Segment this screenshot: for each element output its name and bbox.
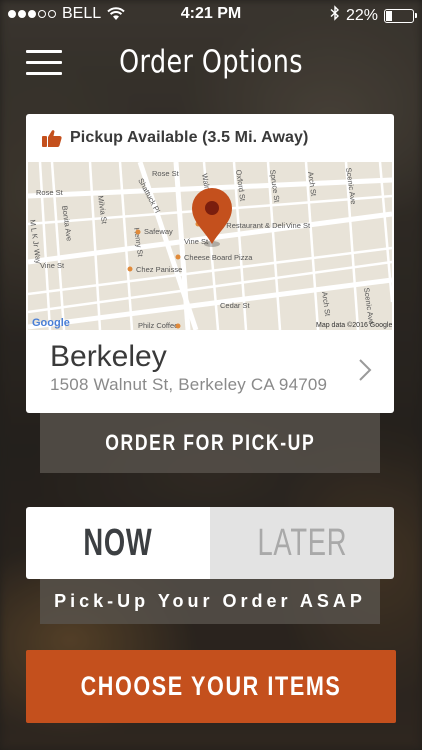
order-for-pickup-button[interactable]: ORDER FOR PICK-UP [40,413,380,473]
signal-strength-icon [8,10,56,18]
status-right: 22% [330,5,417,26]
toggle-now-label: NOW [83,521,153,564]
toggle-later-label: LATER [257,521,347,564]
battery-percent: 22% [345,6,378,24]
thumbs-up-icon [42,129,62,147]
carrier-name: BELL [62,5,102,22]
battery-fill [386,10,392,21]
choose-items-label: CHOOSE YOUR ITEMS [80,671,342,701]
map-street-label: Cedar St [220,301,251,310]
location-details[interactable]: Berkeley 1508 Walnut St, Berkeley CA 947… [26,330,394,413]
pickup-availability-text: Pickup Available (3.5 Mi. Away) [70,129,309,146]
bluetooth-icon [330,5,340,26]
signal-dot [38,10,46,18]
signal-dot [48,10,56,18]
asap-message: Pick-Up Your Order ASAP [40,579,380,624]
map-attribution: Map data ©2016 Google [316,321,392,329]
map-logo: Google [32,317,70,329]
map-place-label: Safeway [144,227,173,236]
wifi-icon [107,7,125,21]
toggle-now[interactable]: NOW [26,507,210,579]
location-address: 1508 Walnut St, Berkeley CA 94709 [50,375,328,394]
map-street-label: Vine St [286,221,311,230]
pickup-availability: Pickup Available (3.5 Mi. Away) [26,114,394,162]
location-map[interactable]: Rose St Rose St Shattuck Pl Walnut St Ox… [28,162,392,330]
choose-your-items-button[interactable]: CHOOSE YOUR ITEMS [26,650,396,723]
status-bar: BELL 4:21 PM 22% [0,0,422,30]
signal-dot [18,10,26,18]
map-street-label: Rose St [36,188,64,197]
battery-icon [384,8,417,23]
toggle-later[interactable]: LATER [210,507,394,579]
order-mode-label: ORDER FOR PICK-UP [104,430,316,455]
signal-dot [28,10,36,18]
location-card: Pickup Available (3.5 Mi. Away) Rose St … [26,114,394,413]
map-place-label: Cheese Board Pizza [184,253,253,262]
signal-dot [8,10,16,18]
page-title: Order Options [119,44,303,80]
time-toggle: NOW LATER [26,507,394,579]
map-street-label: Rose St [152,169,180,178]
status-left: BELL [8,5,125,23]
location-city: Berkeley [50,340,167,373]
chevron-right-icon[interactable] [358,358,372,387]
map-place-label: Chez Panisse [136,265,182,274]
map-place-label: Philz Coffee [138,321,178,330]
